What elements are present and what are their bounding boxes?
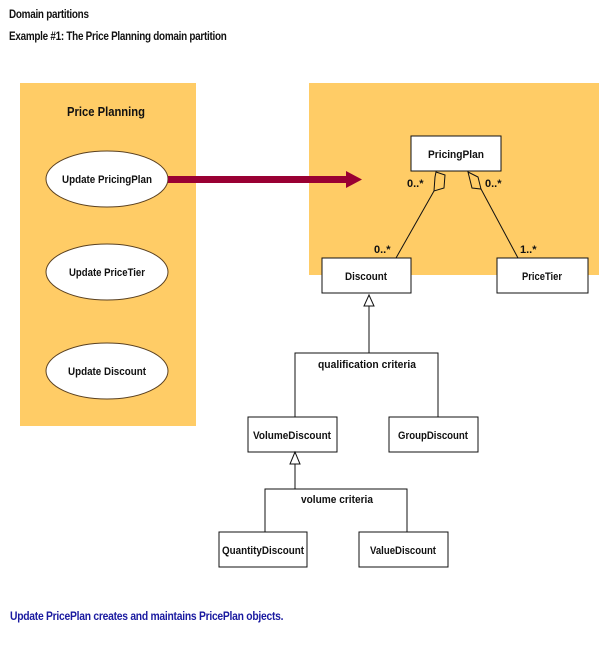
discriminator-label: volume criteria [301,494,374,506]
class-name: PriceTier [522,271,563,283]
use-case-label: Update Discount [68,366,146,378]
partition-diagram: Price Planning Update PricingPlan Update… [20,83,599,568]
multiplicity-label: 0..* [407,178,424,190]
use-case-label: Update PriceTier [69,267,146,279]
class-name: QuantityDiscount [222,545,304,557]
multiplicity-label: 0..* [374,244,391,256]
generalization-volumediscount [264,450,408,532]
partition-title: Price Planning [67,104,145,119]
inheritance-triangle-icon [289,450,301,465]
multiplicity-label: 0..* [485,178,502,190]
use-case-update-pricingplan[interactable]: Update PricingPlan [45,150,169,208]
use-case-update-pricetier[interactable]: Update PriceTier [45,243,169,301]
class-name: Discount [345,271,387,283]
class-name: GroupDiscount [398,430,468,442]
class-valuediscount[interactable]: ValueDiscount [358,531,449,568]
class-name: VolumeDiscount [253,430,331,442]
class-groupdiscount[interactable]: GroupDiscount [388,416,479,453]
class-pricetier[interactable]: PriceTier [496,257,589,294]
inheritance-triangle-icon [363,293,375,307]
multiplicity-label: 1..* [520,244,537,256]
class-name: PricingPlan [428,149,484,161]
diagram-caption: Update PricePlan creates and maintains P… [10,609,284,623]
use-case-update-discount[interactable]: Update Discount [45,342,169,400]
generalization-discount [294,293,439,417]
class-name: ValueDiscount [370,545,436,557]
class-quantitydiscount[interactable]: QuantityDiscount [218,531,308,568]
class-pricingplan[interactable]: PricingPlan [410,135,502,172]
class-discount[interactable]: Discount [321,257,412,294]
class-volumediscount[interactable]: VolumeDiscount [247,416,338,453]
use-case-label: Update PricingPlan [62,174,152,186]
discriminator-label: qualification criteria [318,359,417,371]
